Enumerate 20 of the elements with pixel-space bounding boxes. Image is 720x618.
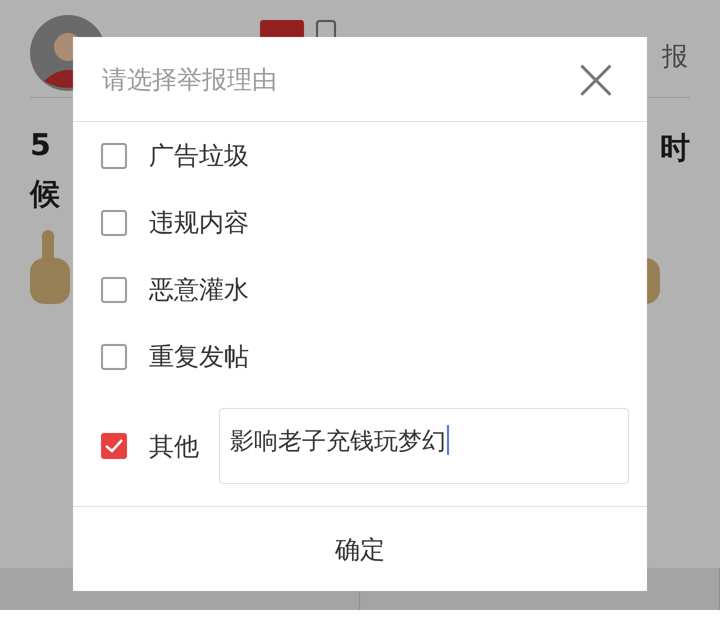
badge-tag	[260, 20, 304, 37]
dialog-title: 请选择举报理由	[102, 64, 277, 96]
input-field[interactable]: 影响老子充钱玩梦幻	[219, 408, 629, 484]
post-title: 候	[30, 176, 60, 214]
check-icon	[104, 438, 124, 454]
report-link[interactable]: 报	[662, 39, 688, 74]
checkbox[interactable]	[101, 344, 127, 370]
checkbox[interactable]	[101, 142, 127, 168]
post-title: 5	[30, 128, 51, 165]
option-label: 广告垃圾	[149, 140, 249, 172]
option-label: 违规内容	[149, 207, 249, 239]
option-label: 恶意灌水	[149, 274, 249, 306]
phone-icon	[316, 20, 336, 37]
option-label: 其他	[149, 430, 199, 462]
option-label: 重复发帖	[149, 341, 249, 373]
checkbox[interactable]	[101, 276, 127, 302]
checkbox[interactable]	[101, 210, 127, 236]
close-button[interactable]: ×	[570, 49, 621, 109]
post-title: 时	[660, 130, 690, 168]
checkbox[interactable]	[101, 433, 127, 459]
